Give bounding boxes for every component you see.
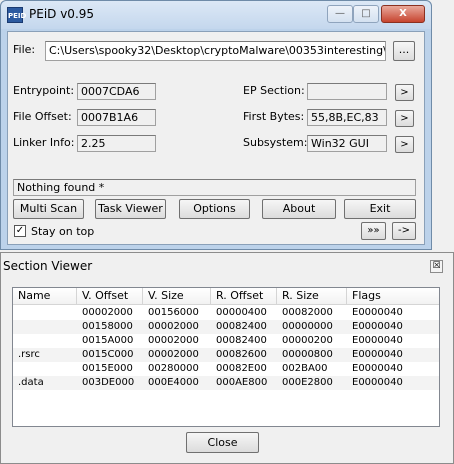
cell-flags: E0000040 <box>352 363 403 374</box>
close-window-button[interactable]: X <box>381 5 425 23</box>
cell-v-size: 00002000 <box>148 321 199 332</box>
task-viewer-button[interactable]: Task Viewer <box>95 199 166 219</box>
cell-r-offset: 00082600 <box>216 349 267 360</box>
cell-v-size: 000E4000 <box>148 377 199 388</box>
subsystem-field[interactable]: Win32 GUI <box>307 135 387 152</box>
cell-r-offset: 00082400 <box>216 335 267 346</box>
stay-on-top-checkbox[interactable]: ✓ <box>14 225 26 237</box>
about-button[interactable]: About <box>262 199 336 219</box>
table-row[interactable]: 00002000 00156000 00000400 00082000 E0000040 <box>13 306 439 320</box>
file-path-field[interactable]: C:\Users\spooky32\Desktop\cryptoMalware\… <box>45 41 386 61</box>
cell-r-size: 00000000 <box>282 321 333 332</box>
cell-r-offset: 000AE800 <box>216 377 268 388</box>
section-viewer-window: Section Viewer ☒ Name V. Offset V. Size … <box>0 252 454 464</box>
window-title: PEiD v0.95 <box>29 7 95 21</box>
section-table[interactable]: Name V. Offset V. Size R. Offset R. Size… <box>12 287 440 427</box>
multi-scan-button[interactable]: Multi Scan <box>13 199 84 219</box>
entrypoint-field[interactable]: 0007CDA6 <box>77 83 156 100</box>
cell-r-size: 002BA00 <box>282 363 328 374</box>
cell-v-offset: 0015C000 <box>82 349 134 360</box>
peid-window: PEID PEiD v0.95 — □ X File: C:\Users\spo… <box>0 0 432 250</box>
cell-v-size: 00002000 <box>148 335 199 346</box>
options-button[interactable]: Options <box>179 199 250 219</box>
table-row[interactable]: 0015E000 00280000 00082E00 002BA00 E0000040 <box>13 362 439 376</box>
cell-v-offset: 0015A000 <box>82 335 134 346</box>
scan-result-field: Nothing found * <box>13 179 416 196</box>
cell-v-size: 00002000 <box>148 349 199 360</box>
first-bytes-button[interactable]: > <box>395 110 414 127</box>
cell-r-offset: 00000400 <box>216 307 267 318</box>
column-header-v-size[interactable]: V. Size <box>143 288 211 305</box>
browse-button[interactable]: ... <box>393 41 415 61</box>
arrow-button[interactable]: -> <box>392 222 416 240</box>
ep-section-label: EP Section: <box>243 84 305 97</box>
cell-r-size: 000E2800 <box>282 377 333 388</box>
exit-button[interactable]: Exit <box>344 199 416 219</box>
column-header-name[interactable]: Name <box>13 288 77 305</box>
cell-v-offset: 003DE000 <box>82 377 135 388</box>
column-header-r-size[interactable]: R. Size <box>277 288 347 305</box>
cell-flags: E0000040 <box>352 321 403 332</box>
cell-v-offset: 00002000 <box>82 307 133 318</box>
ep-section-field[interactable] <box>307 83 387 100</box>
cell-r-size: 00000800 <box>282 349 333 360</box>
cell-r-size: 00000200 <box>282 335 333 346</box>
cell-r-size: 00082000 <box>282 307 333 318</box>
maximize-button[interactable]: □ <box>353 5 379 23</box>
minimize-button[interactable]: — <box>327 5 353 23</box>
column-header-r-offset[interactable]: R. Offset <box>211 288 277 305</box>
table-row[interactable]: 00158000 00002000 00082400 00000000 E0000040 <box>13 320 439 334</box>
stay-on-top-label: Stay on top <box>31 225 95 238</box>
close-icon[interactable]: ☒ <box>430 260 443 273</box>
cell-name: .rsrc <box>18 349 40 360</box>
subsystem-label: Subsystem: <box>243 136 308 149</box>
cell-flags: E0000040 <box>352 377 403 388</box>
more-button[interactable]: »» <box>361 222 386 240</box>
table-row[interactable]: .data 003DE000 000E4000 000AE800 000E2800 E00… <box>13 376 439 390</box>
cell-v-offset: 0015E000 <box>82 363 133 374</box>
cell-r-offset: 00082E00 <box>216 363 267 374</box>
title-bar[interactable]: PEID PEiD v0.95 — □ X <box>1 1 431 29</box>
subsystem-button[interactable]: > <box>395 136 414 153</box>
cell-flags: E0000040 <box>352 349 403 360</box>
cell-name: .data <box>18 377 44 388</box>
first-bytes-label: First Bytes: <box>243 110 305 123</box>
cell-r-offset: 00082400 <box>216 321 267 332</box>
entrypoint-label: Entrypoint: <box>13 84 75 97</box>
app-icon: PEID <box>7 7 26 23</box>
cell-v-size: 00280000 <box>148 363 199 374</box>
section-viewer-title: Section Viewer <box>3 259 93 273</box>
cell-flags: E0000040 <box>352 307 403 318</box>
file-label: File: <box>13 43 36 56</box>
column-header-v-offset[interactable]: V. Offset <box>77 288 143 305</box>
first-bytes-field[interactable]: 55,8B,EC,83 <box>307 109 387 126</box>
cell-v-size: 00156000 <box>148 307 199 318</box>
cell-flags: E0000040 <box>352 335 403 346</box>
ep-section-button[interactable]: > <box>395 84 414 101</box>
column-header-flags[interactable]: Flags <box>347 288 439 305</box>
linker-info-field[interactable]: 2.25 <box>77 135 156 152</box>
close-button[interactable]: Close <box>186 432 259 453</box>
file-offset-field[interactable]: 0007B1A6 <box>77 109 156 126</box>
file-offset-label: File Offset: <box>13 110 72 123</box>
table-row[interactable]: .rsrc 0015C000 00002000 00082600 00000800 E00… <box>13 348 439 362</box>
main-panel: File: C:\Users\spooky32\Desktop\cryptoMa… <box>7 31 425 245</box>
table-row[interactable]: 0015A000 00002000 00082400 00000200 E0000040 <box>13 334 439 348</box>
linker-info-label: Linker Info: <box>13 136 75 149</box>
cell-v-offset: 00158000 <box>82 321 133 332</box>
